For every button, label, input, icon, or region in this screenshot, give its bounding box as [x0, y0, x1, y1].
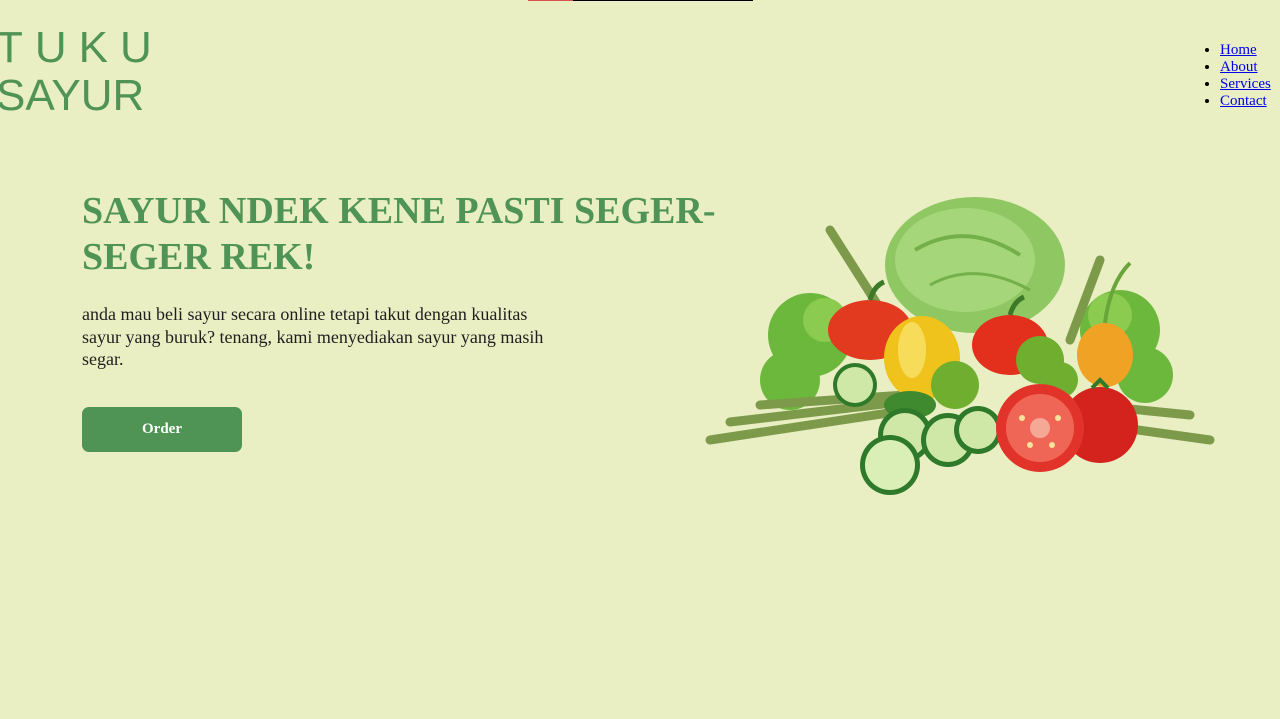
nav-link-about[interactable]: About: [1220, 59, 1258, 75]
nav-link-services[interactable]: Services: [1220, 76, 1271, 92]
hero-title: SAYUR NDEK KENE PASTI SEGER-SEGER REK!: [82, 190, 716, 278]
hero-description: anda mau beli sayur secara online tetapi…: [82, 304, 544, 369]
logo-line-2: SAYUR: [0, 71, 145, 120]
nav-item-contact: Contact: [1220, 93, 1271, 110]
nav-link-contact[interactable]: Contact: [1220, 93, 1267, 109]
top-progress-line: [528, 0, 753, 1]
logo[interactable]: TUKU SAYUR: [0, 24, 164, 120]
order-button[interactable]: Order: [82, 407, 242, 452]
nav-link-home[interactable]: Home: [1220, 42, 1257, 58]
nav-item-home: Home: [1220, 42, 1271, 59]
vegetables-illustration: [705, 197, 1215, 495]
main-nav: Home About Services Contact: [1202, 42, 1271, 110]
logo-line-1: TUKU: [0, 23, 164, 72]
nav-item-about: About: [1220, 59, 1271, 76]
nav-item-services: Services: [1220, 76, 1271, 93]
